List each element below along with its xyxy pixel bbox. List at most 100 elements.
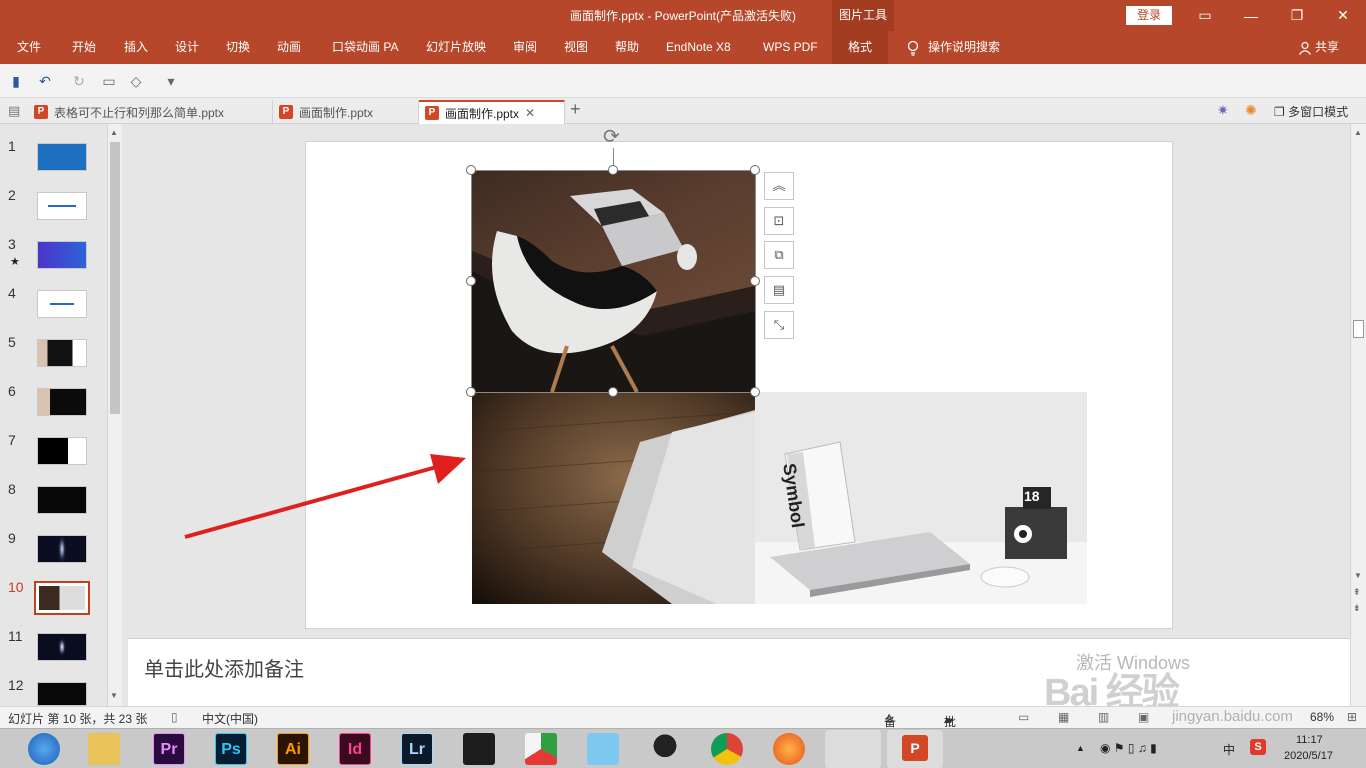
tab-design[interactable]: 设计 xyxy=(175,31,199,64)
language-indicator[interactable]: 中文(中国) xyxy=(202,710,258,727)
picture-laptop-book[interactable]: Symbol 18 xyxy=(755,392,1087,604)
customize-qat-icon[interactable]: ▾ xyxy=(162,72,180,90)
tab-wps-pdf[interactable]: WPS PDF xyxy=(763,31,818,64)
normal-view-icon[interactable]: ▭ xyxy=(1018,710,1029,724)
thumbnail-scrollbar[interactable]: ▲ ▼ xyxy=(107,124,122,706)
resize-handle-right[interactable] xyxy=(750,276,760,286)
tray-icons[interactable]: ◉ ⚑ ▯ ♫ ▮ xyxy=(1100,741,1157,755)
selected-picture-desk[interactable] xyxy=(472,171,755,392)
chrome-icon[interactable] xyxy=(711,733,743,765)
multi-window-button[interactable]: ❐ 多窗口模式 xyxy=(1274,103,1348,120)
close-button[interactable]: ✕ xyxy=(1320,0,1366,31)
scroll-up-icon[interactable]: ▲ xyxy=(110,128,118,137)
fit-slide-icon[interactable]: ⊞ xyxy=(1347,710,1357,724)
redo-icon[interactable]: ↻ xyxy=(70,72,88,90)
file-explorer-icon[interactable] xyxy=(88,733,120,765)
maximize-button[interactable]: ❐ xyxy=(1274,0,1320,31)
tab-review[interactable]: 审阅 xyxy=(513,31,537,64)
browser-app-icon[interactable] xyxy=(773,733,805,765)
login-button[interactable]: 登录 xyxy=(1126,6,1172,25)
slide-thumb-7[interactable] xyxy=(37,437,87,465)
undo-icon[interactable]: ↶ xyxy=(36,72,54,90)
slide-thumb-4[interactable] xyxy=(37,290,87,318)
tab-slideshow[interactable]: 幻灯片放映 xyxy=(426,31,486,64)
scroll-down-icon[interactable]: ▼ xyxy=(110,691,118,700)
notes-app-icon[interactable] xyxy=(825,730,881,768)
illustrator-icon[interactable]: Ai xyxy=(277,733,309,765)
reading-view-icon[interactable]: ▥ xyxy=(1098,710,1109,724)
slide-sorter-icon[interactable]: ▦ xyxy=(1058,710,1069,724)
slide-thumb-1[interactable] xyxy=(37,143,87,171)
previous-slide-icon[interactable]: ⇞ xyxy=(1353,587,1361,598)
next-slide-icon[interactable]: ⇟ xyxy=(1353,603,1361,614)
slide-thumb-12[interactable] xyxy=(37,682,87,706)
layout-options-button[interactable]: ︽ xyxy=(764,172,794,200)
settings-gear-icon[interactable]: ✺ xyxy=(1245,102,1263,120)
tell-me-search[interactable]: 操作说明搜索 xyxy=(906,31,1000,64)
edge-browser-icon[interactable] xyxy=(28,733,60,765)
zoom-level[interactable]: 68% xyxy=(1310,710,1334,724)
resize-handle-bottom-left[interactable] xyxy=(466,387,476,397)
slide-thumb-9[interactable] xyxy=(37,535,87,563)
scroll-up-icon[interactable]: ▲ xyxy=(1354,128,1362,137)
sogou-icon[interactable]: S xyxy=(1250,739,1266,755)
tab-pocket-animation[interactable]: 口袋动画 PA xyxy=(332,31,398,64)
picture-layout-button[interactable]: ▤ xyxy=(764,276,794,304)
lightroom-icon[interactable]: Lr xyxy=(401,733,433,765)
resize-handle-bottom[interactable] xyxy=(608,387,618,397)
doc-tab-1[interactable]: P 表格可不止行和列那么简单.pptx xyxy=(28,100,273,124)
tab-format[interactable]: 格式 xyxy=(832,31,889,64)
scroll-down-icon[interactable]: ▼ xyxy=(1354,571,1362,580)
pinwheel-app-icon[interactable] xyxy=(525,733,557,765)
tab-transitions[interactable]: 切换 xyxy=(226,31,250,64)
scroll-thumb[interactable] xyxy=(1353,320,1364,338)
slide-thumb-11[interactable] xyxy=(37,633,87,661)
spell-check-icon[interactable]: ▯ xyxy=(171,710,178,724)
qq-icon[interactable] xyxy=(649,733,681,765)
crop-center-button[interactable]: ⊡ xyxy=(764,207,794,235)
clock-date[interactable]: 2020/5/17 xyxy=(1284,750,1333,762)
share-button[interactable]: 共享 xyxy=(1298,31,1339,64)
add-tab-icon[interactable]: + xyxy=(570,99,581,120)
close-tab-icon[interactable]: ✕ xyxy=(525,106,535,120)
resize-handle-top-right[interactable] xyxy=(750,165,760,175)
resize-handle-left[interactable] xyxy=(466,276,476,286)
slide-thumb-3[interactable] xyxy=(37,241,87,269)
magic-icon[interactable]: ✷ xyxy=(1217,102,1235,120)
slide-thumb-5[interactable] xyxy=(37,339,87,367)
slide-thumb-6[interactable] xyxy=(37,388,87,416)
photoshop-icon[interactable]: Ps xyxy=(215,733,247,765)
tab-file[interactable]: 文件 xyxy=(17,31,41,64)
shape-icon[interactable]: ◇ xyxy=(127,72,145,90)
indesign-icon[interactable]: Id xyxy=(339,733,371,765)
ribbon-display-options-button[interactable]: ▭ xyxy=(1182,0,1228,31)
powerpoint-taskbar-button[interactable]: P xyxy=(887,730,943,768)
save-icon[interactable]: ▮ xyxy=(7,72,25,90)
resize-handle-bottom-right[interactable] xyxy=(750,387,760,397)
resize-handle-top-left[interactable] xyxy=(466,165,476,175)
scroll-thumb[interactable] xyxy=(110,142,120,414)
tab-endnote[interactable]: EndNote X8 xyxy=(666,31,731,64)
tab-view[interactable]: 视图 xyxy=(564,31,588,64)
resize-button[interactable]: ⤡ xyxy=(764,311,794,339)
minimize-button[interactable]: — xyxy=(1228,0,1274,31)
slide-thumb-10-active[interactable] xyxy=(34,581,90,615)
clock-time[interactable]: 11:17 xyxy=(1296,734,1323,746)
resize-handle-top[interactable] xyxy=(608,165,618,175)
tab-animations[interactable]: 动画 xyxy=(277,31,301,64)
tab-insert[interactable]: 插入 xyxy=(124,31,148,64)
slide-thumb-8[interactable] xyxy=(37,486,87,514)
doc-tab-2[interactable]: P 画面制作.pptx xyxy=(273,100,419,124)
picture-tools-context-tab[interactable]: 图片工具 xyxy=(832,0,894,31)
cloud-app-icon[interactable] xyxy=(587,733,619,765)
tray-expand-icon[interactable]: ▲ xyxy=(1076,743,1085,753)
video-editor-icon[interactable] xyxy=(463,733,495,765)
documents-icon[interactable]: ▤ xyxy=(8,103,20,119)
tab-help[interactable]: 帮助 xyxy=(615,31,639,64)
notes-pane[interactable]: 单击此处添加备注 激活 Windows Bai 经验 xyxy=(128,638,1350,714)
ime-indicator[interactable]: 中 xyxy=(1223,741,1235,758)
picture-wood-paper[interactable] xyxy=(472,392,755,604)
rotate-handle-icon[interactable]: ⟳ xyxy=(603,124,620,149)
doc-tab-3-active[interactable]: P 画面制作.pptx ✕ xyxy=(419,100,565,124)
editor-scrollbar[interactable]: ▲ ▼ ⇞ ⇟ xyxy=(1350,124,1366,706)
